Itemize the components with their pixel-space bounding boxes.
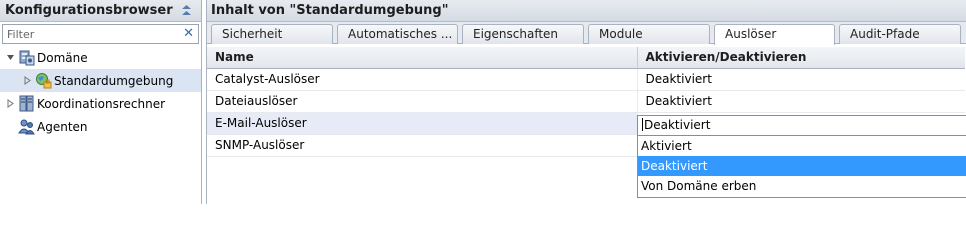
trigger-name: E-Mail-Auslöser [207, 112, 638, 135]
trigger-status[interactable]: Deaktiviert [637, 90, 965, 113]
environment-icon [36, 73, 52, 89]
tab-eigenschaften[interactable]: Eigenschaften [462, 24, 584, 44]
text-caret [642, 118, 643, 131]
domain-icon [19, 50, 35, 66]
clear-filter-icon[interactable]: ✕ [183, 26, 194, 42]
content-header: Inhalt von "Standardumgebung" [207, 0, 966, 22]
collapse-arrow-icon[interactable] [5, 52, 16, 63]
table-header-row: Name Aktivieren/Deaktivieren [207, 47, 965, 69]
column-header-enable[interactable]: Aktivieren/Deaktivieren [637, 47, 965, 69]
tab-module[interactable]: Module [588, 24, 710, 44]
configuration-browser-panel: Konfigurationsbrowser ✕ Domäne [0, 0, 202, 204]
tree-item-koordinationsrechner[interactable]: Koordinationsrechner [0, 92, 201, 115]
filter-box: ✕ [2, 24, 199, 44]
expand-arrow-icon[interactable] [5, 98, 16, 109]
dropdown-option-von-domaene-erben[interactable]: Von Domäne erben [638, 176, 966, 196]
status-combo-box[interactable]: Deaktiviert [637, 115, 966, 136]
panel-title: Konfigurationsbrowser [5, 3, 173, 18]
status-dropdown-list: Aktiviert Deaktiviert Von Domäne erben [637, 135, 966, 198]
trigger-name: Dateiauslöser [207, 90, 638, 113]
tab-sicherheit[interactable]: Sicherheit [211, 24, 333, 44]
tree-item-agenten[interactable]: Agenten [0, 115, 201, 138]
trigger-name: Catalyst-Auslöser [207, 68, 638, 91]
content-title: Inhalt von "Standardumgebung" [211, 3, 449, 18]
tree-item-label: Standardumgebung [54, 73, 174, 88]
tree-item-domain[interactable]: Domäne [0, 46, 201, 69]
filter-input[interactable] [3, 25, 175, 43]
collapse-panel-icon[interactable] [180, 4, 193, 17]
agents-icon [18, 119, 35, 135]
dropdown-option-deaktiviert[interactable]: Deaktiviert [638, 156, 966, 176]
trigger-name: SNMP-Auslöser [207, 134, 638, 157]
tab-automatisches[interactable]: Automatisches ... [337, 24, 458, 44]
combo-current-value: Deaktiviert [644, 118, 711, 132]
trigger-status[interactable]: Deaktiviert [637, 68, 965, 91]
tab-bar: Sicherheit Automatisches ... Eigenschaft… [207, 22, 966, 45]
expand-arrow-icon[interactable] [22, 75, 33, 86]
configuration-browser-header: Konfigurationsbrowser [0, 0, 201, 22]
tree-item-standardumgebung[interactable]: Standardumgebung [0, 69, 201, 92]
tree-item-label: Koordinationsrechner [37, 96, 166, 111]
dropdown-option-aktiviert[interactable]: Aktiviert [638, 136, 966, 156]
column-header-name[interactable]: Name [207, 47, 638, 69]
table-row[interactable]: Dateiauslöser Deaktiviert [207, 90, 965, 113]
tree-item-label: Domäne [37, 50, 88, 65]
content-panel: Inhalt von "Standardumgebung" Sicherheit… [206, 0, 966, 204]
configuration-tree: Domäne Standardumgebung Koordinationsrec… [0, 46, 201, 138]
tab-ausloeser[interactable]: Auslöser [714, 24, 835, 45]
table-row[interactable]: Catalyst-Auslöser Deaktiviert [207, 68, 965, 91]
tab-audit-pfade[interactable]: Audit-Pfade [839, 24, 961, 44]
server-icon [19, 95, 34, 112]
tree-item-label: Agenten [37, 119, 88, 134]
